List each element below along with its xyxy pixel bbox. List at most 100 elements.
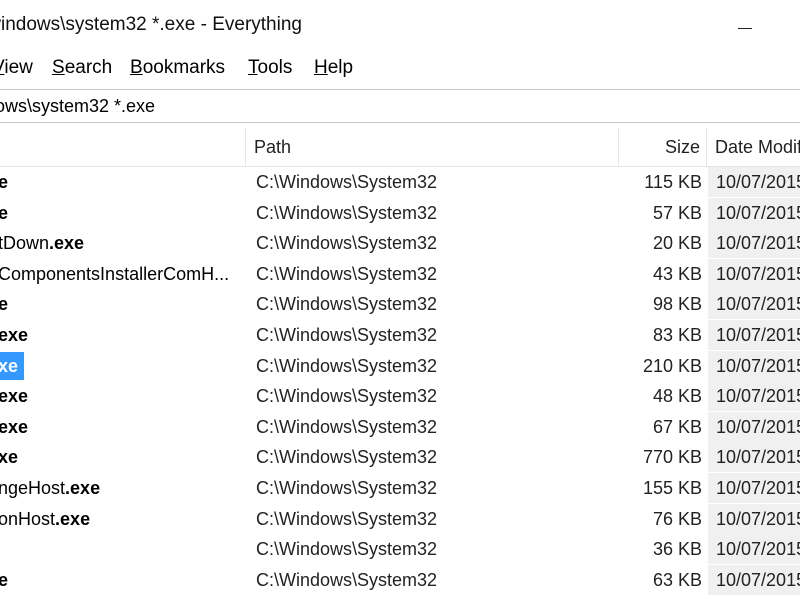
file-size-cell: 155 KB	[642, 478, 702, 498]
menu-bookmarks[interactable]: Bookmarks	[130, 57, 225, 79]
table-row[interactable]: tDown.exe C:\Windows\System32 20 KB 10/07/2…	[0, 228, 800, 259]
file-size-cell: 43 KB	[652, 263, 702, 284]
file-name-cell	[0, 534, 238, 564]
column-date-header[interactable]: Date Modified	[715, 128, 800, 166]
selected-file-name: xe	[0, 351, 25, 380]
menu-tools[interactable]: Tools	[248, 57, 292, 79]
window-title: \windows\system32 *.exe - Everything	[0, 14, 302, 35]
file-name-cell: e	[0, 289, 238, 319]
table-row[interactable]: exe C:\Windows\System32 67 KB 10/07/2015	[0, 411, 800, 442]
file-name-match: exe	[0, 325, 29, 345]
date-modified-cell: 10/07/2015	[708, 258, 800, 289]
menu-help[interactable]: Help	[314, 57, 353, 79]
file-size-cell: 83 KB	[652, 325, 702, 345]
file-name-match: e	[0, 294, 9, 315]
table-row[interactable]: xe C:\Windows\System32 210 KB 10/07/2015	[0, 350, 800, 381]
menu-bar: View Search Bookmarks Tools Help	[0, 56, 800, 84]
search-box	[0, 89, 800, 123]
date-modified-cell: 10/07/2015	[708, 289, 800, 320]
file-name-text: tDown	[0, 233, 50, 254]
menu-view[interactable]: View	[0, 57, 33, 79]
file-name-match: e	[0, 202, 9, 223]
file-size-cell: 210 KB	[642, 355, 702, 376]
file-name-cell: e	[0, 167, 238, 197]
file-size-cell: 770 KB	[642, 447, 702, 468]
table-row[interactable]: e C:\Windows\System32 98 KB 10/07/2015	[0, 289, 800, 320]
file-name-cell: exe	[0, 381, 238, 411]
table-row[interactable]: xe C:\Windows\System32 770 KB 10/07/2015	[0, 442, 800, 473]
file-path-cell: C:\Windows\System32	[256, 263, 438, 284]
file-name-text: ComponentsInstallerComH...	[0, 263, 230, 284]
table-row[interactable]: e C:\Windows\System32 115 KB 10/07/2015	[0, 167, 800, 197]
file-path-cell: C:\Windows\System32	[256, 355, 438, 376]
minimize-icon	[738, 27, 752, 29]
table-row[interactable]: ComponentsInstallerComH... C:\Windows\Sys…	[0, 258, 800, 289]
file-size-cell: 48 KB	[652, 386, 702, 407]
file-name-cell: ComponentsInstallerComH...	[0, 259, 238, 289]
date-modified-cell: 10/07/2015	[708, 167, 800, 197]
date-modified-cell: 10/07/2015	[708, 228, 800, 259]
file-name-cell: e	[0, 198, 238, 228]
table-row[interactable]: ngeHost.exe C:\Windows\System32 155 KB 10/0…	[0, 473, 800, 503]
file-name-cell: ngeHost.exe	[0, 473, 238, 503]
file-path-cell: C:\Windows\System32	[256, 294, 438, 315]
search-input[interactable]	[0, 90, 800, 122]
date-modified-cell: 10/07/2015	[708, 350, 800, 381]
table-row[interactable]: C:\Windows\System32 36 KB 10/07/2015	[0, 534, 800, 565]
date-modified-cell: 10/07/2015	[708, 381, 800, 412]
date-modified-cell: 10/07/2015	[708, 320, 800, 350]
table-row[interactable]: e C:\Windows\System32 63 KB 10/07/2015	[0, 564, 800, 595]
column-divider[interactable]	[618, 128, 619, 166]
file-path-cell: C:\Windows\System32	[256, 416, 438, 437]
column-path-header[interactable]: Path	[254, 128, 291, 166]
file-size-cell: 20 KB	[652, 233, 702, 254]
minimize-button[interactable]	[712, 6, 778, 50]
file-name-match: .exe	[55, 508, 91, 529]
file-name-text: onHost	[0, 508, 56, 529]
menu-search[interactable]: Search	[52, 57, 112, 79]
file-name-cell: e	[0, 565, 238, 595]
file-size-cell: 98 KB	[652, 294, 702, 315]
date-modified-cell: 10/07/2015	[708, 534, 800, 565]
file-name-match: e	[0, 569, 9, 590]
date-modified-cell: 10/07/2015	[708, 197, 800, 228]
file-name-cell: tDown.exe	[0, 228, 238, 258]
file-name-match: .exe	[49, 233, 85, 254]
table-row[interactable]: exe C:\Windows\System32 48 KB 10/07/2015	[0, 381, 800, 412]
date-modified-cell: 10/07/2015	[708, 503, 800, 534]
file-path-cell: C:\Windows\System32	[256, 447, 438, 468]
file-name-cell: exe	[0, 320, 238, 350]
file-path-cell: C:\Windows\System32	[256, 569, 438, 590]
column-divider[interactable]	[245, 128, 246, 166]
file-size-cell: 67 KB	[652, 416, 702, 437]
file-name-match: e	[0, 172, 9, 192]
file-size-cell: 63 KB	[652, 569, 702, 590]
date-modified-cell: 10/07/2015	[708, 564, 800, 595]
file-size-cell: 57 KB	[652, 202, 702, 223]
file-path-cell: C:\Windows\System32	[256, 233, 438, 254]
date-modified-cell: 10/07/2015	[708, 411, 800, 442]
column-size-header[interactable]: Size	[665, 128, 700, 166]
date-modified-cell: 10/07/2015	[708, 442, 800, 473]
table-row[interactable]: exe C:\Windows\System32 83 KB 10/07/2015	[0, 320, 800, 350]
file-path-cell: C:\Windows\System32	[256, 478, 438, 498]
table-row[interactable]: e C:\Windows\System32 57 KB 10/07/2015	[0, 197, 800, 228]
date-modified-cell: 10/07/2015	[708, 473, 800, 503]
column-divider[interactable]	[706, 128, 707, 166]
file-name-match: .exe	[65, 478, 101, 498]
file-path-cell: C:\Windows\System32	[256, 325, 438, 345]
file-path-cell: C:\Windows\System32	[256, 172, 438, 192]
file-name-text: ngeHost	[0, 478, 66, 498]
column-header: Path Size Date Modified	[0, 128, 800, 167]
file-path-cell: C:\Windows\System32	[256, 202, 438, 223]
table-row[interactable]: onHost.exe C:\Windows\System32 76 KB 10/07/…	[0, 503, 800, 534]
file-name-cell: xe	[0, 351, 25, 381]
file-size-cell: 36 KB	[652, 539, 702, 560]
file-name-cell: xe	[0, 442, 238, 472]
file-path-cell: C:\Windows\System32	[256, 386, 438, 407]
file-size-cell: 76 KB	[652, 508, 702, 529]
file-path-cell: C:\Windows\System32	[256, 508, 438, 529]
file-name-cell: onHost.exe	[0, 504, 238, 534]
file-name-match: xe	[0, 447, 19, 468]
title-bar: \windows\system32 *.exe - Everything	[0, 0, 800, 56]
